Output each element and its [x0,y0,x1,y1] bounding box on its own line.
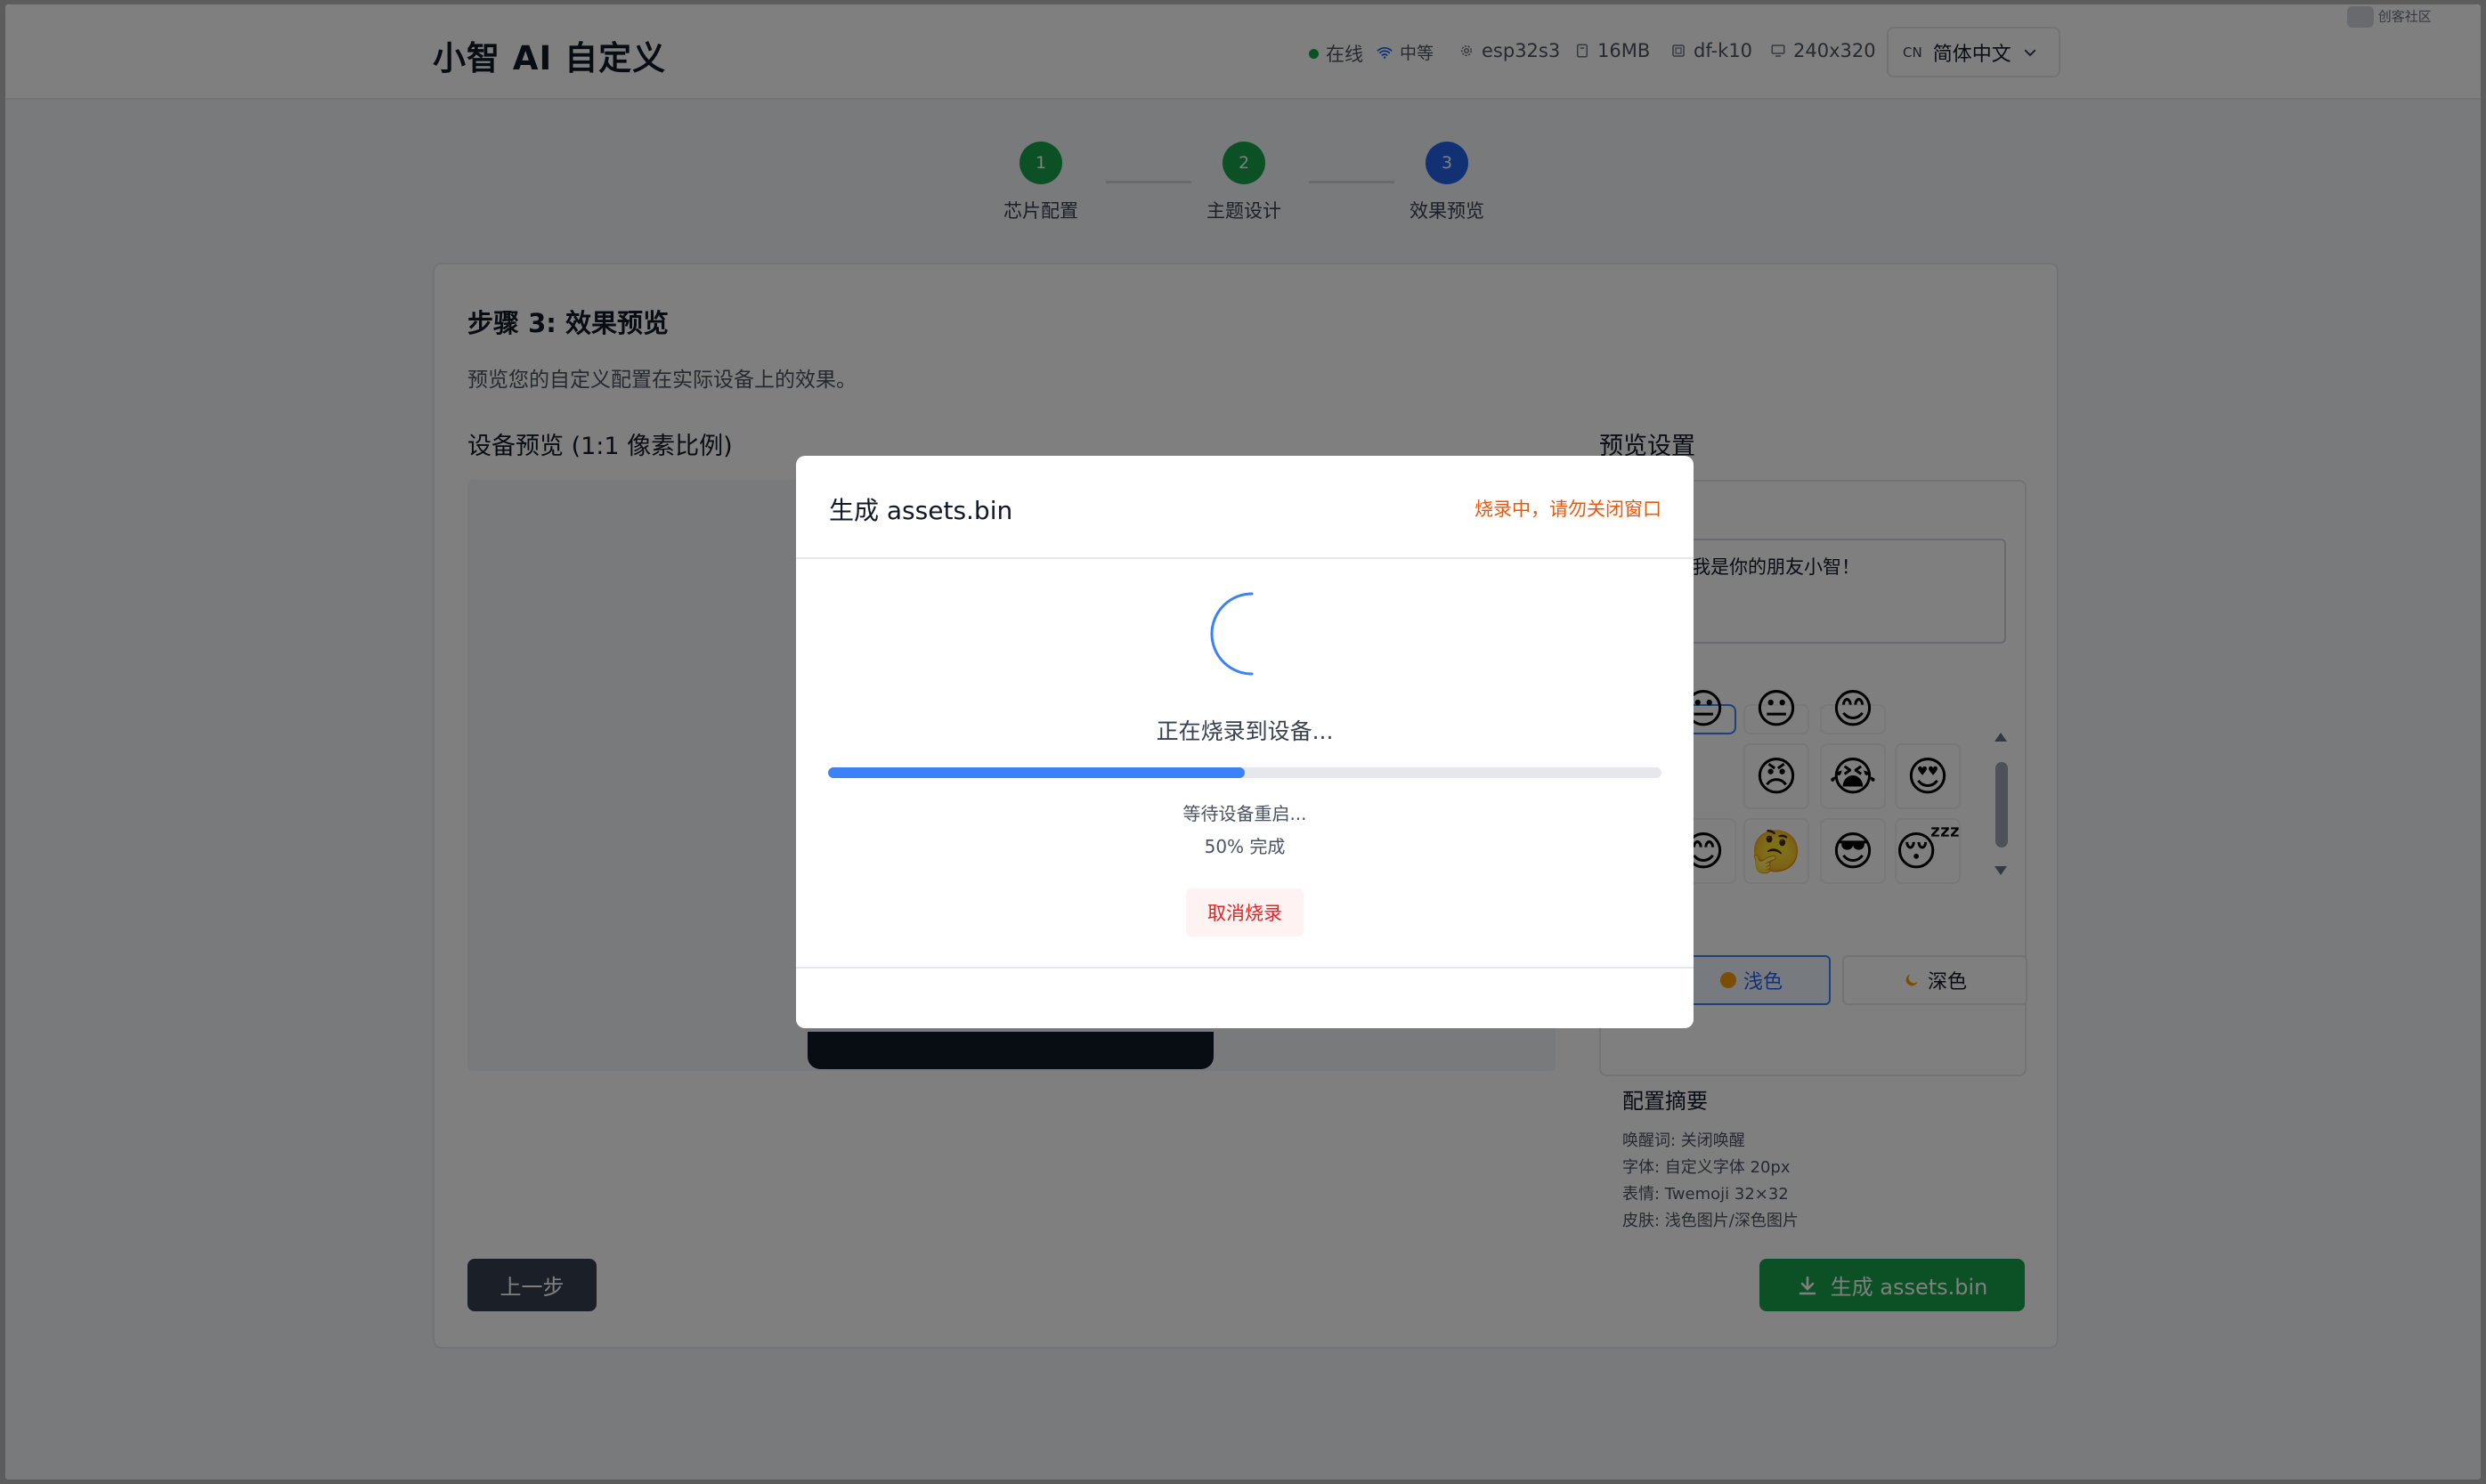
modal-title: 生成 assets.bin [829,496,1013,525]
cancel-burn-button[interactable]: 取消烧录 [1186,888,1304,937]
burn-status: 正在烧录到设备... [1156,718,1334,744]
wait-text: 等待设备重启... [1182,803,1307,824]
modal-divider [796,967,1694,969]
app-window: 小智 AI 自定义 在线 中等 esp32s3 16MB df-k10 240x… [5,4,2481,1480]
modal-divider [796,557,1694,559]
progress-fill [828,767,1245,778]
percent-text: 50% 完成 [1204,836,1286,857]
burn-modal: 生成 assets.bin 烧录中，请勿关闭窗口 正在烧录到设备... 等待设备… [796,456,1694,1028]
modal-warning: 烧录中，请勿关闭窗口 [1475,499,1661,520]
progress-bar [828,767,1661,778]
loading-spinner-icon [1210,592,1254,676]
